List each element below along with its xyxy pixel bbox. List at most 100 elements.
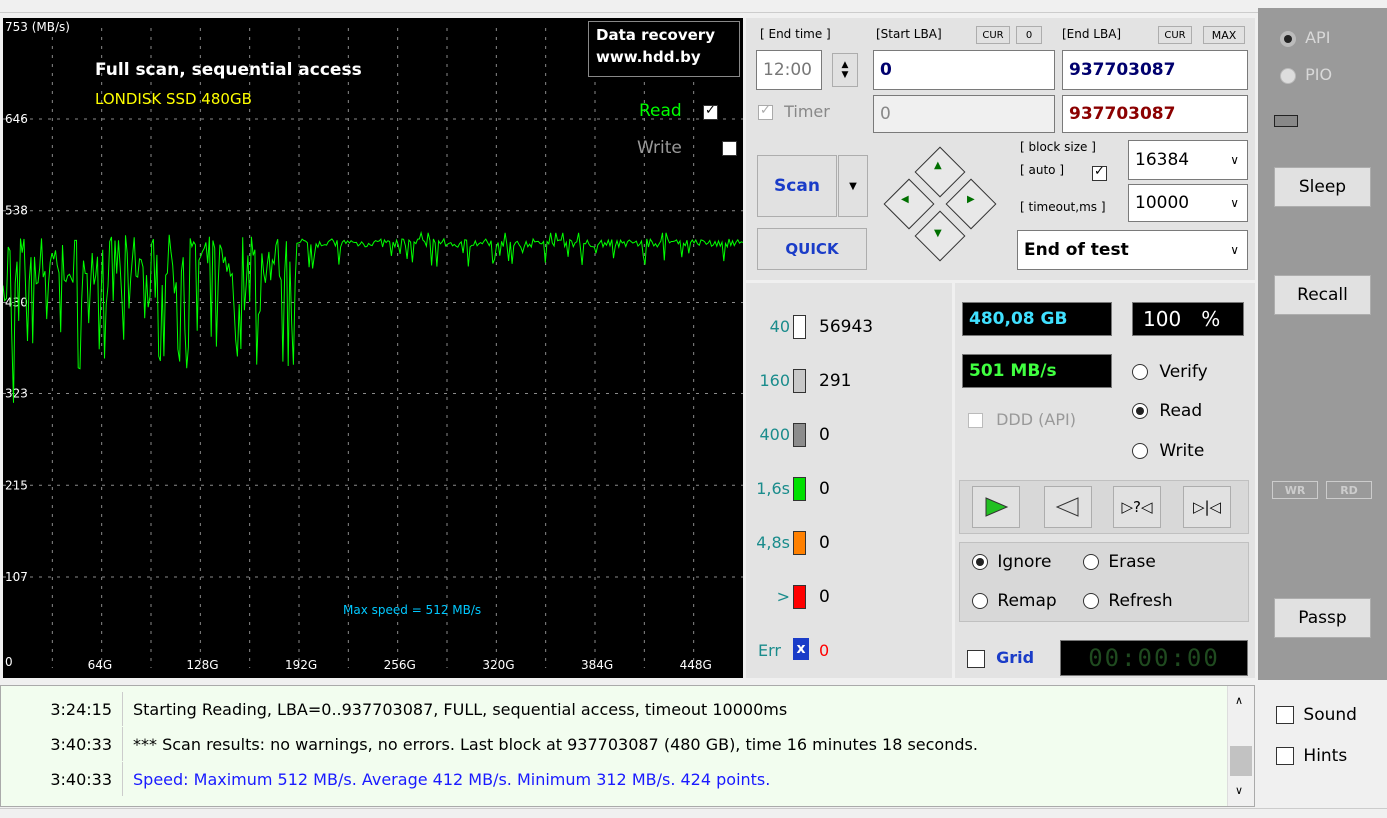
read-label: Read bbox=[1159, 401, 1203, 421]
sleep-button-label: Sleep bbox=[1298, 177, 1347, 197]
block-count: 291 bbox=[819, 371, 852, 391]
x-tick-label: 384G bbox=[581, 658, 613, 672]
start-lba-input[interactable]: 0 bbox=[873, 50, 1055, 90]
drive-model: LONDISK SSD 480GB bbox=[95, 90, 252, 108]
scanned-size-value: 480,08 GB bbox=[969, 309, 1068, 329]
hints-option[interactable]: Hints bbox=[1276, 746, 1347, 766]
end-lba-input-2[interactable]: 937703087 bbox=[1062, 95, 1248, 133]
brand-line-1: Data recovery bbox=[596, 26, 715, 44]
start-lba-value: 0 bbox=[880, 60, 892, 80]
scroll-down-icon[interactable]: ∨ bbox=[1235, 784, 1243, 797]
x-tick-label: 64G bbox=[88, 658, 113, 672]
ddd-api-row[interactable]: DDD (API) bbox=[968, 410, 1076, 429]
erase-label: Erase bbox=[1108, 552, 1156, 572]
remap-option[interactable]: Remap bbox=[972, 591, 1057, 611]
erase-option[interactable]: Erase bbox=[1083, 552, 1156, 572]
block-size-select[interactable]: 16384 ∨ bbox=[1128, 140, 1248, 180]
write-toggle-checkbox[interactable] bbox=[722, 140, 738, 156]
log-message: Starting Reading, LBA=0..937703087, FULL… bbox=[133, 699, 788, 719]
block-color-swatch bbox=[793, 477, 806, 501]
x-tick-label: 192G bbox=[285, 658, 317, 672]
timer-checkbox[interactable] bbox=[758, 103, 773, 120]
mode-read-option[interactable]: Read bbox=[1132, 401, 1202, 421]
passp-button[interactable]: Passp bbox=[1274, 598, 1371, 638]
refresh-option[interactable]: Refresh bbox=[1083, 591, 1173, 611]
graph-canvas: 646 538 430 323 215 107 0 64G 128G 192G 256G 320G 38… bbox=[3, 28, 743, 672]
ignore-label: Ignore bbox=[997, 552, 1052, 572]
end-time-spinner[interactable]: ▲ ▼ bbox=[832, 53, 858, 87]
end-time-input[interactable]: 12:00 bbox=[756, 50, 822, 90]
timeout-select[interactable]: 10000 ∨ bbox=[1128, 184, 1248, 222]
start-lba-timer-value: 0 bbox=[880, 104, 891, 124]
scroll-up-icon[interactable]: ∧ bbox=[1235, 694, 1243, 707]
percent-value: 100 bbox=[1143, 307, 1182, 331]
butterfly-scan-icon: ▷|◁ bbox=[1192, 498, 1222, 516]
hints-label: Hints bbox=[1303, 746, 1348, 766]
sound-checkbox[interactable] bbox=[1276, 706, 1294, 724]
read-toggle-checkbox[interactable] bbox=[703, 103, 718, 120]
verify-radio[interactable] bbox=[1132, 364, 1148, 380]
ddd-api-checkbox[interactable] bbox=[968, 413, 983, 428]
rd-indicator-label: RD bbox=[1340, 483, 1358, 497]
quick-button[interactable]: QUICK bbox=[757, 228, 867, 270]
passp-button-label: Passp bbox=[1298, 608, 1347, 628]
max-speed-label: Max speed = 512 MB/s bbox=[343, 603, 482, 617]
reverse-scan-button[interactable] bbox=[1044, 486, 1092, 528]
start-lba-zero-button[interactable]: 0 bbox=[1016, 26, 1042, 44]
start-lba-cur-button[interactable]: CUR bbox=[976, 26, 1010, 44]
play-icon bbox=[985, 497, 1009, 517]
grid-toggle[interactable]: Grid bbox=[967, 648, 1034, 668]
pio-option[interactable]: PIO bbox=[1280, 65, 1332, 84]
err-count: 0 bbox=[819, 641, 830, 660]
elapsed-time-value: 00:00:00 bbox=[1088, 644, 1220, 672]
log-time: 3:40:33 bbox=[1, 727, 123, 761]
mode-verify-option[interactable]: Verify bbox=[1132, 362, 1208, 382]
write-radio[interactable] bbox=[1132, 443, 1148, 459]
end-lba-max-button[interactable]: MAX bbox=[1203, 26, 1245, 44]
dpad-down-arrow-icon: ▼ bbox=[934, 228, 942, 239]
remap-radio[interactable] bbox=[972, 593, 988, 609]
block-color-swatch bbox=[793, 423, 806, 447]
read-radio[interactable] bbox=[1132, 403, 1148, 419]
block-size-chevron-down-icon: ∨ bbox=[1230, 153, 1239, 167]
speed-graph: 646 538 430 323 215 107 0 64G 128G 192G 256G 320G 38… bbox=[3, 18, 743, 678]
y-axis-unit-label: 753 (MB/s) bbox=[5, 20, 70, 34]
start-scan-button[interactable] bbox=[972, 486, 1020, 528]
end-lba-value: 937703087 bbox=[1069, 60, 1176, 80]
y-tick-label: 430 bbox=[5, 296, 28, 310]
random-scan-button[interactable]: ▷?◁ bbox=[1113, 486, 1161, 528]
end-mode-select[interactable]: End of test ∨ bbox=[1017, 230, 1248, 270]
sleep-button[interactable]: Sleep bbox=[1274, 167, 1371, 207]
auto-checkbox[interactable] bbox=[1092, 164, 1107, 181]
ignore-option[interactable]: Ignore bbox=[972, 552, 1051, 572]
erase-radio[interactable] bbox=[1083, 554, 1099, 570]
log-scrollbar[interactable]: ∧ ∨ bbox=[1227, 686, 1254, 806]
mode-write-option[interactable]: Write bbox=[1132, 441, 1204, 461]
scan-button[interactable]: Scan bbox=[757, 155, 837, 217]
pio-radio[interactable] bbox=[1280, 67, 1296, 84]
sound-label: Sound bbox=[1303, 705, 1357, 725]
start-lba-timer-input[interactable]: 0 bbox=[873, 95, 1055, 133]
api-radio[interactable] bbox=[1280, 30, 1296, 47]
end-mode-value: End of test bbox=[1024, 240, 1129, 260]
refresh-radio[interactable] bbox=[1083, 593, 1099, 609]
end-lba-input[interactable]: 937703087 bbox=[1062, 50, 1248, 90]
scroll-thumb[interactable] bbox=[1230, 746, 1252, 776]
log-message: *** Scan results: no warnings, no errors… bbox=[133, 734, 978, 754]
grid-checkbox[interactable] bbox=[967, 649, 985, 668]
recall-button[interactable]: Recall bbox=[1274, 275, 1371, 315]
scan-dropdown-button[interactable]: ▼ bbox=[838, 155, 868, 217]
verify-label: Verify bbox=[1159, 362, 1208, 382]
window-top-strip bbox=[0, 0, 1387, 13]
log-entry: 3:40:33 *** Scan results: no warnings, no… bbox=[1, 727, 1226, 761]
block-color-swatch bbox=[793, 369, 806, 393]
ignore-radio[interactable] bbox=[972, 554, 988, 570]
err-label: Err bbox=[758, 641, 781, 660]
end-lba-cur-button[interactable]: CUR bbox=[1158, 26, 1192, 44]
timer-checkbox-row[interactable]: Timer bbox=[758, 102, 830, 121]
butterfly-scan-button[interactable]: ▷|◁ bbox=[1183, 486, 1231, 528]
sound-option[interactable]: Sound bbox=[1276, 705, 1357, 725]
hints-checkbox[interactable] bbox=[1276, 747, 1294, 765]
api-option[interactable]: API bbox=[1280, 28, 1330, 47]
block-color-swatch bbox=[793, 531, 806, 555]
